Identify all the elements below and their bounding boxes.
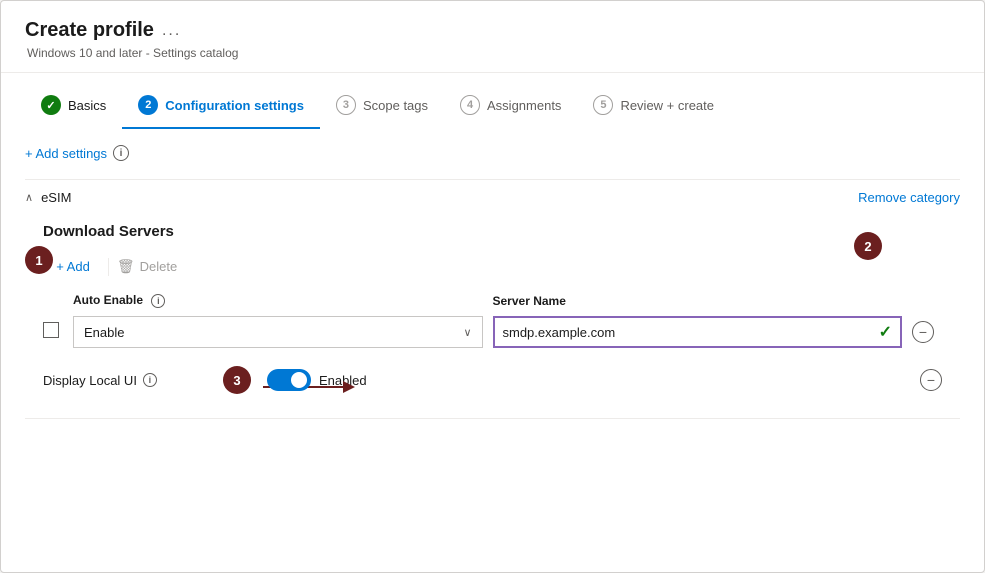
server-name-field-wrapper: smdp.example.com ✓ xyxy=(493,316,903,348)
toggle-state-label: Enabled xyxy=(319,373,367,388)
auto-enable-info-icon: i xyxy=(151,294,165,308)
col-server-name-header: Server Name xyxy=(493,294,903,308)
tab-review-create[interactable]: 5 Review + create xyxy=(577,87,730,129)
category-name: eSIM xyxy=(41,190,71,205)
display-local-remove-button[interactable]: − xyxy=(920,369,942,391)
row-remove-button[interactable]: − xyxy=(912,321,934,343)
delete-button-label: Delete xyxy=(140,259,178,274)
tab-scope-label: Scope tags xyxy=(363,98,428,113)
remove-category-button[interactable]: Remove category xyxy=(858,190,960,205)
table-header: Auto Enable i Server Name xyxy=(43,289,942,312)
enable-dropdown[interactable]: Enable ∨ xyxy=(73,316,483,348)
toggle-knob xyxy=(291,372,307,388)
add-settings-button[interactable]: + Add settings i xyxy=(25,145,960,161)
server-name-value: smdp.example.com xyxy=(503,325,616,340)
callout-1: 1 xyxy=(25,246,53,274)
bottom-divider xyxy=(25,418,960,419)
more-options-icon[interactable]: ... xyxy=(162,22,181,40)
download-servers-toolbar: 1 + + Add 🗑 Delete 2 xyxy=(43,254,942,279)
tab-basics[interactable]: ✓ Basics xyxy=(25,87,122,129)
add-settings-label: + Add settings xyxy=(25,146,107,161)
tab-assignments-number: 4 xyxy=(460,95,480,115)
tab-configuration[interactable]: 2 Configuration settings xyxy=(122,87,320,129)
tab-assignments-label: Assignments xyxy=(487,98,561,113)
delete-button[interactable]: 🗑 Delete xyxy=(117,254,187,279)
callout-3: 3 xyxy=(223,366,251,394)
delete-icon: 🗑 xyxy=(117,258,135,275)
add-button-label: + Add xyxy=(56,259,90,274)
section-title: Download Servers xyxy=(43,223,960,240)
tab-configuration-number: 2 xyxy=(138,95,158,115)
enable-dropdown-value: Enable xyxy=(84,325,124,340)
enable-dropdown-wrapper: Enable ∨ xyxy=(73,316,483,348)
display-local-info-icon: i xyxy=(143,373,157,387)
tab-configuration-label: Configuration settings xyxy=(165,98,304,113)
header: Create profile ... Windows 10 and later … xyxy=(1,1,984,73)
tab-basics-check: ✓ xyxy=(41,95,61,115)
col-auto-enable-header: Auto Enable i xyxy=(73,293,483,308)
page-title: Create profile xyxy=(25,19,154,42)
category-header: ∧ eSIM Remove category xyxy=(25,179,960,213)
add-settings-info-icon: i xyxy=(113,145,129,161)
field-valid-icon: ✓ xyxy=(879,322,892,342)
tab-review-number: 5 xyxy=(593,95,613,115)
table-row: Enable ∨ smdp.example.com ✓ − xyxy=(43,312,942,352)
row-checkbox[interactable] xyxy=(43,322,59,338)
tab-review-label: Review + create xyxy=(620,98,714,113)
tab-basics-label: Basics xyxy=(68,98,106,113)
display-local-label-group: Display Local UI i 3 xyxy=(43,366,367,394)
tab-scope-number: 3 xyxy=(336,95,356,115)
page-subtitle: Windows 10 and later - Settings catalog xyxy=(27,46,238,60)
display-local-toggle[interactable] xyxy=(267,369,311,391)
dropdown-chevron-icon: ∨ xyxy=(463,326,471,339)
tab-bar: ✓ Basics 2 Configuration settings 3 Scop… xyxy=(1,73,984,129)
tab-scope-tags[interactable]: 3 Scope tags xyxy=(320,87,444,129)
toolbar-separator xyxy=(108,258,109,276)
toggle-container: Enabled xyxy=(267,369,367,391)
server-name-field[interactable]: smdp.example.com ✓ xyxy=(493,316,903,348)
display-local-label: Display Local UI xyxy=(43,373,137,388)
row-checkbox-wrapper xyxy=(43,322,63,343)
content-area: + Add settings i ∧ eSIM Remove category … xyxy=(1,129,984,443)
category-chevron-icon[interactable]: ∧ xyxy=(25,191,33,204)
main-window: Create profile ... Windows 10 and later … xyxy=(0,0,985,573)
callout-2: 2 xyxy=(854,232,882,260)
row-remove-wrapper: − xyxy=(912,321,942,343)
display-local-row: Display Local UI i 3 xyxy=(43,366,942,394)
category-left: ∧ eSIM xyxy=(25,190,71,205)
tab-assignments[interactable]: 4 Assignments xyxy=(444,87,577,129)
